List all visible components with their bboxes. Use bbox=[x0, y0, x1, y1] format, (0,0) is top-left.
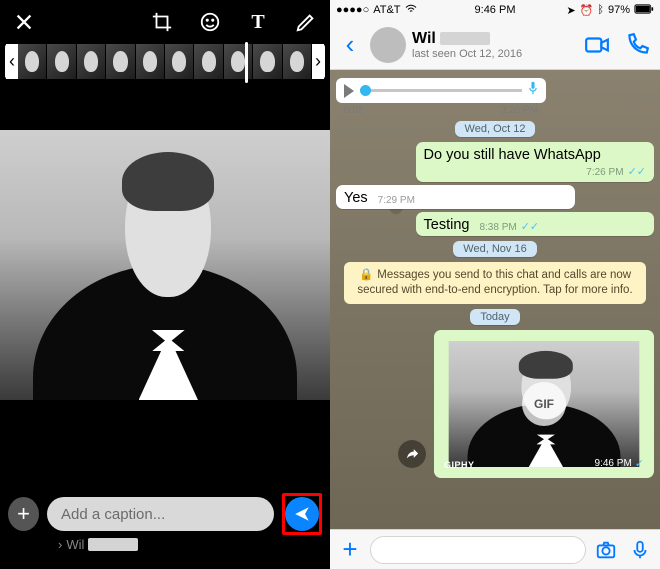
message-time: 7:26 PM bbox=[586, 167, 623, 178]
message-input[interactable] bbox=[370, 536, 586, 564]
contact-name: Wil bbox=[412, 30, 436, 47]
encryption-banner[interactable]: 🔒Messages you send to this chat and call… bbox=[344, 262, 646, 304]
lock-icon: 🔒 bbox=[359, 269, 373, 281]
clock: 9:46 PM bbox=[475, 4, 516, 16]
carrier-label: AT&T bbox=[373, 4, 400, 16]
trim-handle-left[interactable]: ‹ bbox=[6, 44, 18, 79]
mic-blue-icon bbox=[528, 81, 538, 100]
message-out[interactable]: Do you still have WhatsApp 7:26 PM ✓✓ bbox=[416, 142, 655, 182]
giphy-watermark: GIPHY bbox=[444, 460, 475, 470]
whatsapp-chat-screen: ●●●●○ AT&T 9:46 PM ➤ ⏰ ᛒ 97% ‹ Wil last … bbox=[330, 0, 660, 569]
caption-input[interactable] bbox=[47, 497, 274, 531]
ios-status-bar: ●●●●○ AT&T 9:46 PM ➤ ⏰ ᛒ 97% bbox=[330, 0, 660, 20]
send-button[interactable] bbox=[285, 497, 319, 531]
add-media-button[interactable]: + bbox=[8, 497, 39, 531]
text-icon[interactable]: T bbox=[244, 8, 272, 36]
gif-preview[interactable]: GIF GIPHY 9:46 PM ✓ bbox=[438, 334, 650, 474]
chat-body[interactable]: 0:02 3:20 PM Wed, Oct 12 Do you still ha… bbox=[330, 70, 660, 529]
chat-header: ‹ Wil last seen Oct 12, 2016 bbox=[330, 20, 660, 70]
play-icon[interactable] bbox=[344, 84, 354, 98]
recipient-indicator: › Wil bbox=[8, 537, 322, 552]
voice-duration: 0:02 bbox=[344, 105, 363, 116]
close-icon[interactable] bbox=[10, 8, 38, 36]
message-time: 7:29 PM bbox=[378, 195, 415, 206]
editor-bottom-bar: + › Wil bbox=[0, 489, 330, 569]
wifi-icon bbox=[405, 4, 417, 17]
back-button[interactable]: ‹ bbox=[336, 29, 364, 60]
trim-handle-right[interactable]: › bbox=[312, 44, 324, 79]
battery-percent: 97% bbox=[608, 4, 630, 16]
camera-button[interactable] bbox=[592, 539, 620, 561]
read-ticks-icon: ✓ bbox=[635, 457, 644, 470]
date-divider: Wed, Nov 16 bbox=[453, 241, 536, 257]
message-text: Testing bbox=[424, 217, 470, 233]
read-ticks-icon: ✓✓ bbox=[628, 166, 646, 178]
contact-info[interactable]: Wil last seen Oct 12, 2016 bbox=[412, 30, 574, 60]
voice-call-button[interactable] bbox=[620, 32, 654, 58]
crop-icon[interactable] bbox=[148, 8, 176, 36]
redacted-name bbox=[440, 32, 490, 45]
date-divider: Wed, Oct 12 bbox=[455, 121, 536, 137]
editor-top-bar: T bbox=[0, 0, 330, 44]
read-ticks-icon: ✓✓ bbox=[521, 220, 539, 233]
date-divider: Today bbox=[470, 309, 519, 325]
alarm-icon: ⏰ bbox=[580, 4, 594, 17]
message-text: Yes bbox=[344, 190, 368, 206]
voice-record-button[interactable] bbox=[626, 539, 654, 561]
contact-avatar[interactable] bbox=[370, 27, 406, 63]
signal-dots-icon: ●●●●○ bbox=[336, 4, 369, 16]
timeline-frames bbox=[18, 44, 312, 79]
battery-icon bbox=[634, 4, 654, 17]
gif-message-out[interactable]: GIF GIPHY 9:46 PM ✓ bbox=[434, 330, 654, 478]
message-time: 8:38 PM bbox=[479, 222, 516, 233]
media-preview bbox=[0, 130, 330, 400]
voice-time: 3:20 PM bbox=[501, 105, 538, 116]
message-text: Do you still have WhatsApp bbox=[424, 147, 601, 163]
message-out[interactable]: Testing 8:38 PM ✓✓ bbox=[416, 212, 655, 236]
playhead[interactable] bbox=[245, 42, 248, 83]
video-trim-timeline[interactable]: ‹ › bbox=[5, 44, 325, 79]
voice-message[interactable] bbox=[336, 78, 546, 103]
draw-icon[interactable] bbox=[292, 8, 320, 36]
attach-button[interactable]: + bbox=[336, 534, 364, 565]
forward-button[interactable] bbox=[398, 440, 426, 468]
chat-input-bar: + bbox=[330, 529, 660, 569]
emoji-icon[interactable] bbox=[196, 8, 224, 36]
gif-badge: GIF bbox=[522, 382, 566, 426]
bluetooth-icon: ᛒ bbox=[597, 4, 604, 16]
message-time: 9:46 PM ✓ bbox=[595, 457, 644, 470]
voice-track[interactable] bbox=[360, 89, 522, 92]
location-icon: ➤ bbox=[566, 4, 575, 17]
media-editor-screen: T ‹ › + bbox=[0, 0, 330, 569]
send-button-highlight bbox=[282, 493, 322, 535]
video-call-button[interactable] bbox=[580, 32, 614, 58]
last-seen-label: last seen Oct 12, 2016 bbox=[412, 48, 574, 60]
message-in[interactable]: Yes 7:29 PM bbox=[336, 185, 575, 209]
